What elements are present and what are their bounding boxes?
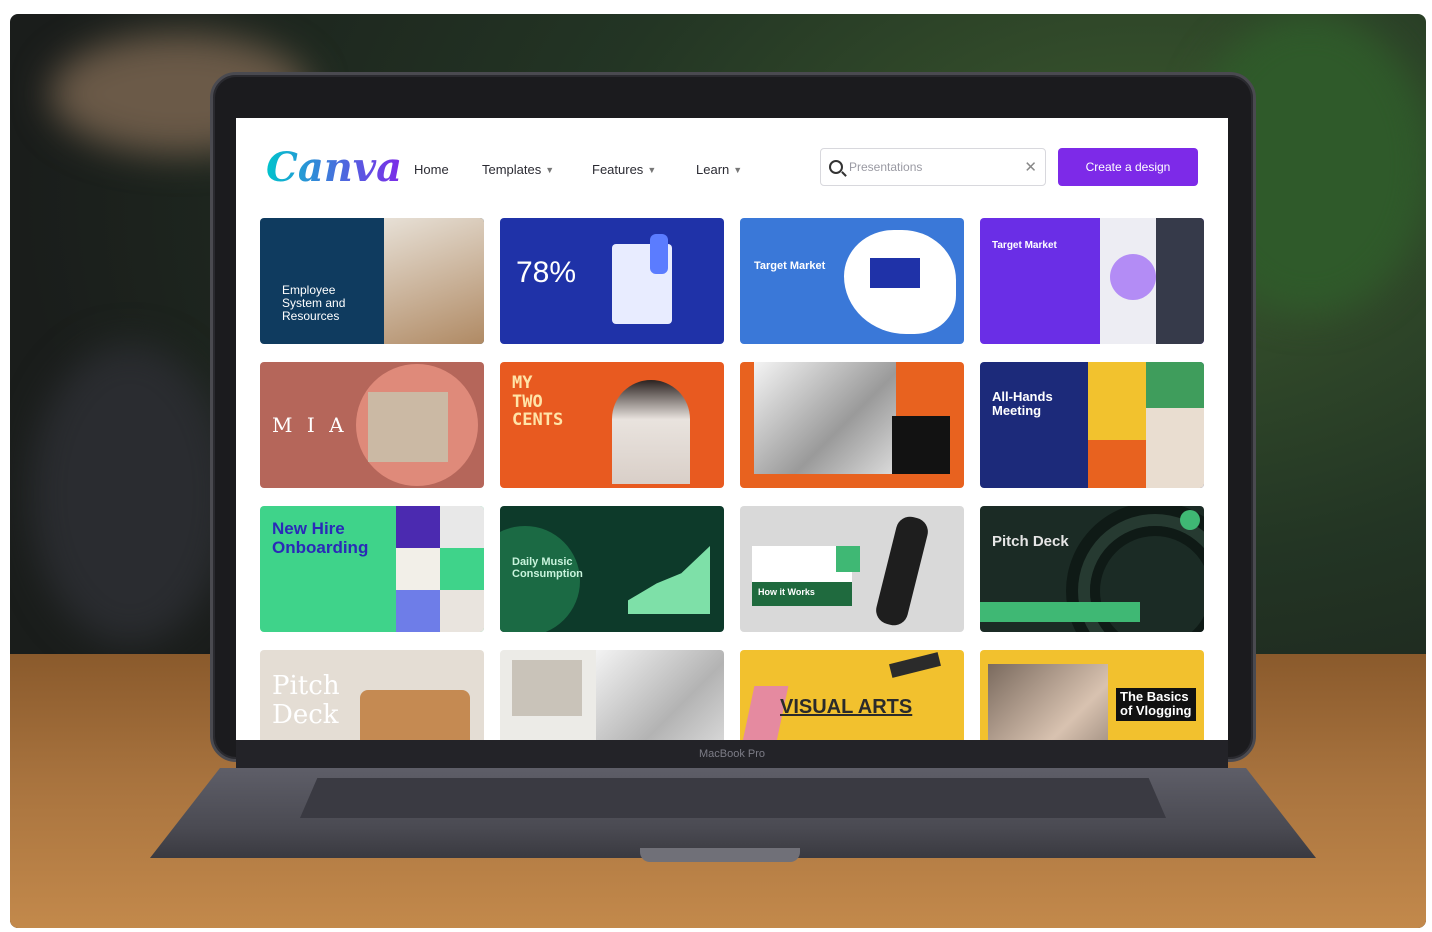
template-title: The Basics of Vlogging xyxy=(1116,688,1196,721)
canva-logo[interactable]: Canva xyxy=(266,144,402,191)
template-card[interactable]: Target Market xyxy=(980,218,1204,344)
template-title: All-Hands Meeting xyxy=(992,389,1053,419)
nav-home[interactable]: Home xyxy=(414,162,449,177)
search-input[interactable] xyxy=(849,160,1019,174)
template-card[interactable]: The Basics of Vlogging xyxy=(980,650,1204,740)
laptop-lip xyxy=(640,848,800,862)
template-card[interactable] xyxy=(740,362,964,488)
template-title: Pitch Deck xyxy=(992,533,1069,550)
template-card[interactable] xyxy=(500,650,724,740)
template-card[interactable]: Employee System and Resources xyxy=(260,218,484,344)
template-title: New Hire Onboarding xyxy=(272,519,369,557)
nav-templates-label: Templates xyxy=(482,162,542,177)
laptop-screen: Canva Home Templates ▼ Features ▼ Learn … xyxy=(236,118,1228,740)
nav-templates[interactable]: Templates ▼ xyxy=(482,162,554,177)
close-icon[interactable]: ✕ xyxy=(1024,158,1037,176)
template-title: Daily Music Consumption xyxy=(512,556,583,581)
search-icon xyxy=(829,160,843,174)
template-title: 78% xyxy=(516,256,577,289)
nav-features-label: Features xyxy=(592,162,644,177)
background-blur-chair xyxy=(30,344,230,644)
template-card[interactable]: All-Hands Meeting xyxy=(980,362,1204,488)
template-card[interactable]: MY TWO CENTS xyxy=(500,362,724,488)
template-card[interactable]: How it Works xyxy=(740,506,964,632)
template-title: M I A xyxy=(272,413,348,437)
nav-home-label: Home xyxy=(414,162,449,177)
create-design-button[interactable]: Create a design xyxy=(1058,148,1198,186)
template-title: Employee System and Resources xyxy=(282,283,346,324)
laptop-keyboard xyxy=(300,778,1166,818)
laptop-brand-label: MacBook Pro xyxy=(236,740,1228,768)
top-navigation-bar: Canva Home Templates ▼ Features ▼ Learn … xyxy=(236,118,1228,212)
template-title: MY TWO CENTS xyxy=(512,373,564,431)
template-title: Target Market xyxy=(754,260,826,272)
chevron-down-icon: ▼ xyxy=(733,164,743,175)
chevron-down-icon: ▼ xyxy=(647,164,657,175)
template-card[interactable]: M I A xyxy=(260,362,484,488)
template-title: Pitch Deck xyxy=(272,671,340,730)
template-card[interactable]: VISUAL ARTS xyxy=(740,650,964,740)
template-grid: Employee System and Resources 78% Target… xyxy=(260,218,1204,740)
chevron-down-icon: ▼ xyxy=(545,164,555,175)
search-box[interactable]: ✕ xyxy=(820,148,1046,186)
nav-learn[interactable]: Learn ▼ xyxy=(696,162,742,177)
nav-learn-label: Learn xyxy=(696,162,730,177)
template-card[interactable]: 78% xyxy=(500,218,724,344)
template-title: Target Market xyxy=(992,240,1057,251)
template-title: How it Works xyxy=(758,587,815,597)
nav-features[interactable]: Features ▼ xyxy=(592,162,656,177)
template-card[interactable]: Target Market xyxy=(740,218,964,344)
template-card[interactable]: New Hire Onboarding xyxy=(260,506,484,632)
template-card[interactable]: Daily Music Consumption xyxy=(500,506,724,632)
template-title: VISUAL ARTS xyxy=(780,696,913,718)
template-card[interactable]: Pitch Deck xyxy=(980,506,1204,632)
template-card[interactable]: Pitch Deck xyxy=(260,650,484,740)
